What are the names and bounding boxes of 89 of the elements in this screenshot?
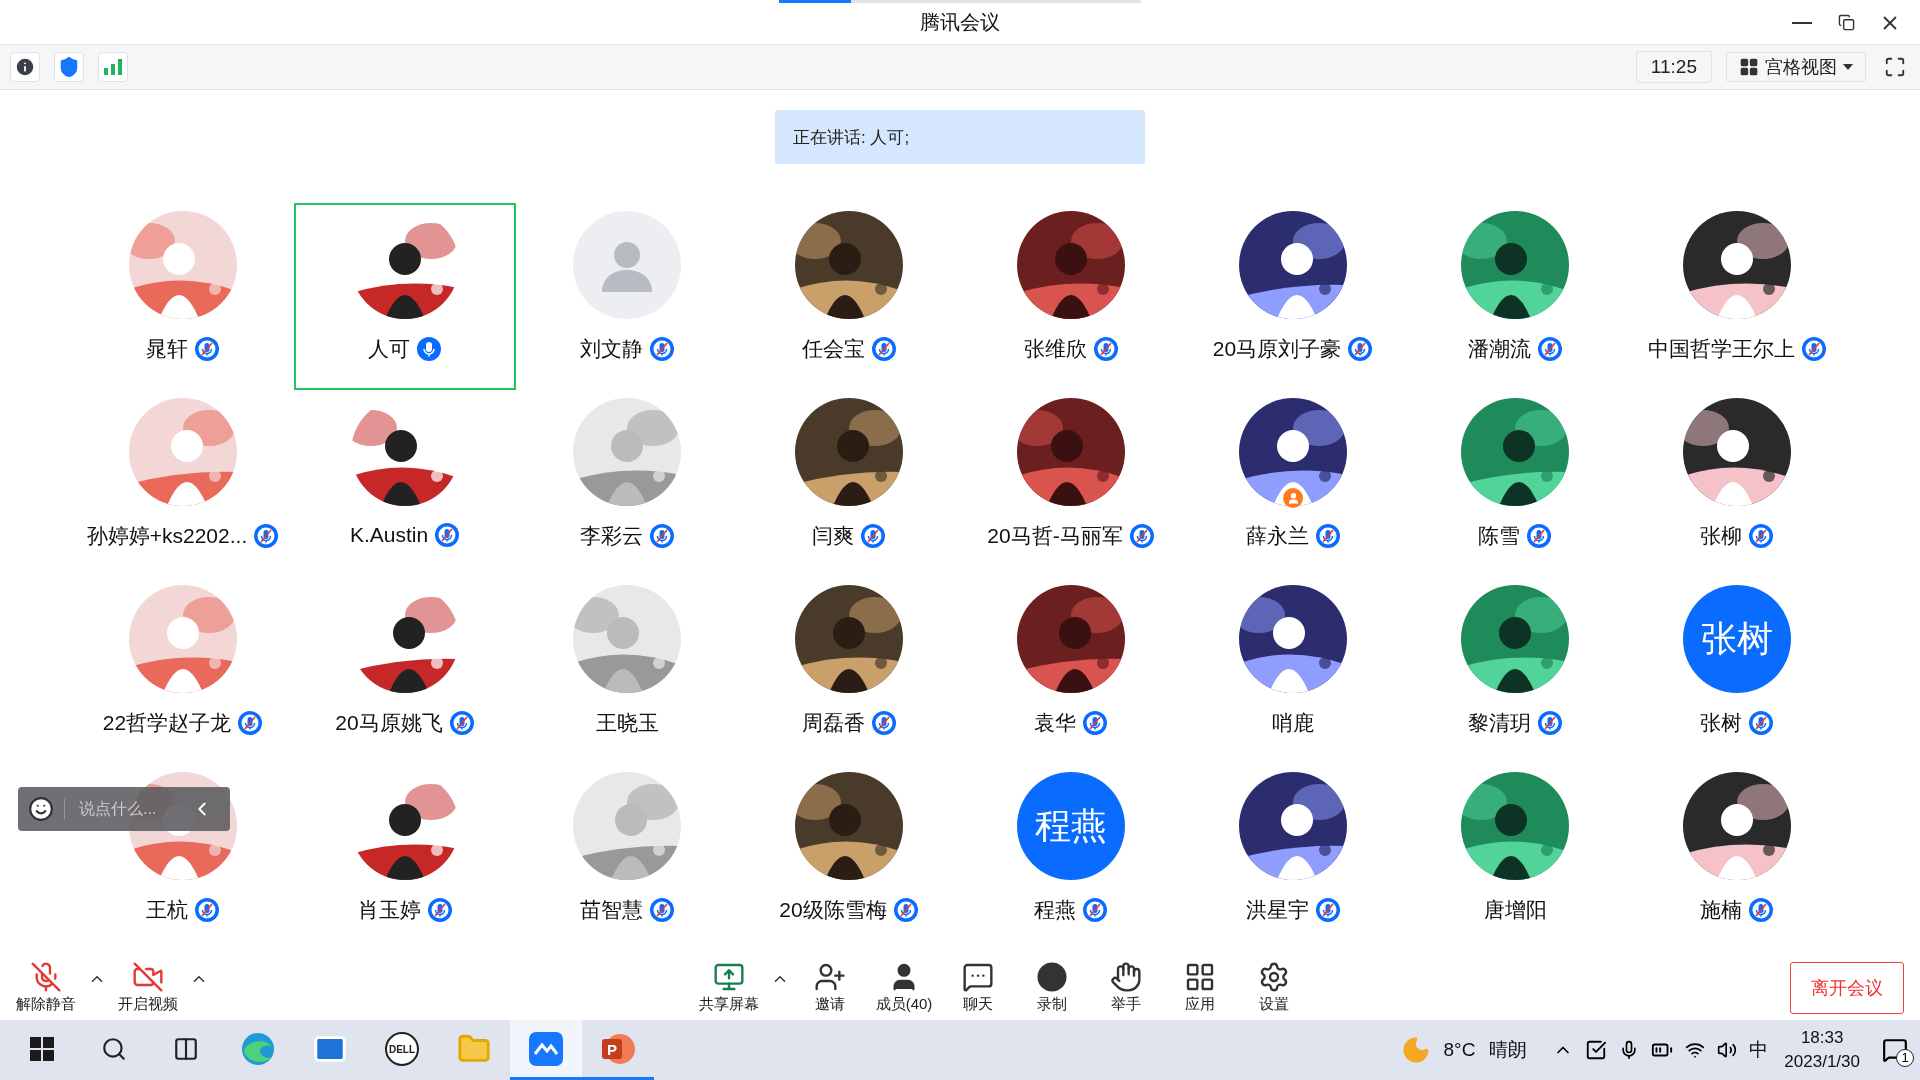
signal-icon [104,59,122,75]
shield-icon [58,56,80,78]
security-button[interactable] [54,52,84,82]
dropdown-arrow-icon [1843,64,1853,70]
participant-name: 闫爽 [812,523,854,549]
participant-name: 晁轩 [146,336,188,362]
participant-name: K.Austin [349,523,429,547]
mic-off-icon [30,961,62,993]
taskbar-app[interactable]: P [582,1020,654,1080]
weather-text: 晴朗 [1489,1038,1528,1062]
participant-name: 周磊香 [801,710,865,736]
participant-name: 孙婷婷+ks2202... [86,523,248,549]
participant-name: 肖玉婷 [357,897,421,923]
record-icon [1036,961,1068,993]
settings-button[interactable]: 设置 [1237,961,1311,1014]
signal-button[interactable] [98,52,128,82]
minimize-icon [1792,21,1812,24]
participant-name: 陈雪 [1478,523,1520,549]
camera-off-icon [132,961,164,993]
temperature: 8°C [1443,1039,1476,1061]
screen-share-icon [713,961,745,993]
info-icon [14,56,36,78]
participant-name: 张树 [1700,710,1742,736]
add-user-icon [814,961,846,993]
participant-name: 张维欣 [1023,336,1087,362]
chat-input-bar[interactable]: 说点什么... [18,787,230,831]
input-method[interactable]: 中 [1749,1037,1769,1063]
participant-name: 哨鹿 [1272,710,1314,736]
windows-icon [30,1036,54,1061]
chat-icon [962,961,994,993]
view-dropdown[interactable]: 宫格视图 [1726,52,1866,82]
grid-icon [1739,57,1759,77]
video-button[interactable]: 开启视频 [110,961,186,1014]
checkbox-icon [1585,1039,1608,1061]
participant-name: 施楠 [1700,897,1742,923]
notification-count: 1 [1896,1049,1914,1067]
participant-name: 刘文静 [579,336,643,362]
participant-name: 任会宝 [801,336,865,362]
invite-button[interactable]: 邀请 [793,961,867,1014]
settings-icon [1258,961,1290,993]
browser-icon [240,1030,276,1067]
leave-meeting-button[interactable]: 离开会议 [1790,961,1904,1014]
participant-name: 唐增阳 [1483,897,1547,923]
avatar-initials: 程燕 [1017,772,1125,880]
participant-name: 张柳 [1700,523,1742,549]
participant-name: 潘潮流 [1467,336,1531,362]
fullscreen-icon [1884,56,1906,78]
participant-name: 薛永兰 [1245,523,1309,549]
taskbar-app[interactable]: DELL [366,1020,438,1080]
apps-icon [1184,961,1216,993]
hand-icon [1110,961,1142,993]
participant-name: 黎清玥 [1467,710,1531,736]
participant-name: 王晓玉 [595,710,659,736]
clock-time[interactable]: 18:33 [1800,1026,1844,1050]
participant-name: 20马原刘子豪 [1212,336,1342,362]
meeting-timer: 11:25 [1635,51,1712,83]
raise-hand-button[interactable]: 举手 [1089,961,1163,1014]
wifi-icon [1685,1040,1706,1060]
participant-name: 中国哲学王尔上 [1647,336,1795,362]
participant-name: 王杭 [146,897,188,923]
avatar-initials: 张树 [1683,585,1791,693]
participant-name: 20级陈雪梅 [779,897,887,923]
participant-name: 李彩云 [579,523,643,549]
unmute-button[interactable]: 解除静音 [8,961,84,1014]
participant-name: 苗智慧 [579,897,643,923]
task-view-icon [173,1035,199,1062]
chat-button[interactable]: 聊天 [941,961,1015,1014]
members-button[interactable]: 成员(40) [867,961,941,1014]
record-button[interactable]: 录制 [1015,961,1089,1014]
participant-name: 人可 [368,336,410,362]
share-screen-button[interactable]: 共享屏幕 [691,961,767,1014]
meeting-app-icon [529,1031,563,1066]
search-icon [101,1035,127,1062]
emoji-icon[interactable] [28,796,54,822]
participant-name: 程燕 [1034,897,1076,923]
participant-name: 洪星宇 [1245,897,1309,923]
logo-icon: DELL [384,1030,420,1067]
apps-button[interactable]: 应用 [1163,961,1237,1014]
volume-icon [1717,1040,1738,1060]
speaking-banner: 正在讲话: 人可; [775,110,1145,164]
restore-icon [1837,14,1855,31]
participant-name: 22哲学赵子龙 [102,710,232,736]
chat-input-field[interactable]: 说点什么... [64,799,181,819]
info-button[interactable] [10,52,40,82]
participant-name: 袁华 [1034,710,1076,736]
participant-name: 20马原姚飞 [335,710,443,736]
window-title: 腾讯会议 [920,9,1000,35]
participant-name: 20马哲-马丽军 [987,523,1123,549]
clock-date[interactable]: 2023/1/30 [1784,1050,1860,1074]
